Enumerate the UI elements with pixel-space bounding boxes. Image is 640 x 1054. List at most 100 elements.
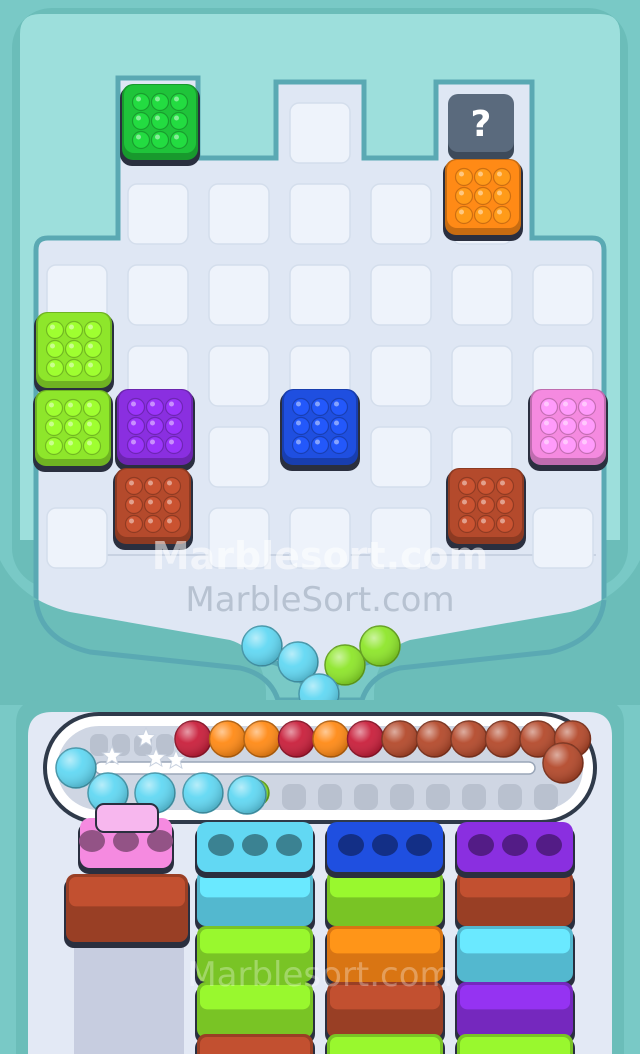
block-marble-highlight <box>88 362 93 368</box>
conveyor-empty-slot <box>426 784 450 810</box>
block-marble-bump <box>539 435 559 455</box>
grid-tile[interactable] <box>208 345 270 407</box>
block-marble-bump <box>291 397 311 417</box>
block-marble-highlight <box>582 420 587 426</box>
block-blue[interactable] <box>280 389 360 471</box>
block-marble-bump <box>454 186 474 206</box>
grid-tile[interactable] <box>289 102 351 164</box>
column-3-tray-lime[interactable] <box>325 870 445 932</box>
block-marble-highlight <box>167 480 172 486</box>
grid-tile[interactable] <box>451 345 513 407</box>
grid-tile[interactable] <box>127 183 189 245</box>
block-lime-upper[interactable] <box>34 312 114 394</box>
column-2-tray-lime[interactable] <box>195 926 315 988</box>
grid-tile[interactable] <box>127 264 189 326</box>
block-marble-highlight <box>334 420 339 426</box>
conveyor-marble <box>415 720 454 758</box>
column-3-tray-lime[interactable] <box>325 1034 445 1054</box>
column-3-tray-blue[interactable] <box>325 822 445 878</box>
block-marble-highlight <box>462 480 467 486</box>
conveyor-empty-slot <box>534 784 558 810</box>
block-marble-bump <box>64 320 84 340</box>
column-2-tray-cyan[interactable] <box>195 870 315 932</box>
grid-tile[interactable] <box>208 183 270 245</box>
conveyor-marble <box>381 720 419 758</box>
funnel-marble-shine <box>360 626 400 666</box>
block-marble-bump <box>63 436 83 456</box>
grid-tile[interactable] <box>532 264 594 326</box>
column-3-tray-orange[interactable] <box>325 926 445 988</box>
conveyor-marble-shine <box>382 721 418 757</box>
grid-tile[interactable] <box>289 183 351 245</box>
block-marble-bump <box>162 495 182 515</box>
block-lime-lower[interactable] <box>33 390 113 472</box>
conveyor-marble <box>277 720 316 758</box>
block-marble-bump <box>124 476 144 496</box>
block-marble-highlight <box>129 499 134 505</box>
block-marble-bump <box>558 416 578 436</box>
grid-tile[interactable] <box>370 264 432 326</box>
grid-tile[interactable] <box>532 507 594 569</box>
block-marble-bump <box>83 320 103 340</box>
grid-tile[interactable] <box>451 264 513 326</box>
conveyor-marble-shine <box>485 721 522 757</box>
block-purple[interactable] <box>115 389 195 471</box>
grid-tile[interactable] <box>370 183 432 245</box>
block-brown-left[interactable] <box>113 468 193 550</box>
block-marble-highlight <box>150 420 155 426</box>
grid-tile[interactable] <box>370 345 432 407</box>
block-marble-highlight <box>462 499 467 505</box>
column-2-tray-cyan[interactable] <box>195 822 315 878</box>
block-mystery[interactable]: ? <box>448 94 514 160</box>
block-marble-bump <box>131 130 151 150</box>
block-marble-bump <box>145 397 165 417</box>
column-3-tray-brown-top <box>330 985 440 1010</box>
game-scene: ? <box>0 0 640 1054</box>
block-orange-top[interactable] <box>443 159 523 241</box>
column-4-tray-cyan[interactable] <box>455 926 575 988</box>
block-marble-bump <box>63 417 83 437</box>
block-marble-bump <box>64 339 84 359</box>
block-marble-highlight <box>315 420 320 426</box>
funnel-marble <box>241 625 283 667</box>
conveyor-marble <box>312 720 350 758</box>
block-pink[interactable] <box>528 389 608 471</box>
block-marble-highlight <box>459 209 464 215</box>
column-4-tray-purple[interactable] <box>455 822 575 878</box>
block-marble-highlight <box>148 518 153 524</box>
block-brown-right[interactable] <box>446 468 526 550</box>
block-marble-bump <box>162 476 182 496</box>
block-marble-highlight <box>155 134 160 140</box>
grid-tile[interactable] <box>370 426 432 488</box>
grid-tile[interactable] <box>46 507 108 569</box>
column-1-tray-brown-top <box>69 877 185 907</box>
block-marble-highlight <box>563 439 568 445</box>
block-green-top[interactable] <box>120 84 200 166</box>
block-marble-bump <box>291 435 311 455</box>
block-marble-highlight <box>155 115 160 121</box>
column-1-tray-brown[interactable] <box>64 874 190 948</box>
block-marble-bump <box>291 416 311 436</box>
block-marble-highlight <box>129 480 134 486</box>
column-4-tray-brown[interactable] <box>455 870 575 932</box>
conveyor-marble <box>174 720 212 758</box>
grid-tile[interactable] <box>208 264 270 326</box>
grid-tile[interactable] <box>289 264 351 326</box>
column-4-tray-lime[interactable] <box>455 1034 575 1054</box>
block-marble-highlight <box>68 421 73 427</box>
grid-tile[interactable] <box>208 426 270 488</box>
grid-tile[interactable] <box>370 507 432 569</box>
block-marble-bump <box>44 417 64 437</box>
block-marble-bump <box>476 495 496 515</box>
block-marble-bump <box>150 92 170 112</box>
column-2-tray-brown[interactable] <box>195 1034 315 1054</box>
block-marble-highlight <box>87 402 92 408</box>
block-marble-highlight <box>544 439 549 445</box>
block-marble-bump <box>577 397 597 417</box>
block-marble-highlight <box>462 518 467 524</box>
grid-tile[interactable] <box>289 507 351 569</box>
block-marble-bump <box>164 435 184 455</box>
block-marble-highlight <box>459 171 464 177</box>
grid-tile[interactable] <box>208 507 270 569</box>
column-4-tray-purple-hole <box>536 834 562 856</box>
